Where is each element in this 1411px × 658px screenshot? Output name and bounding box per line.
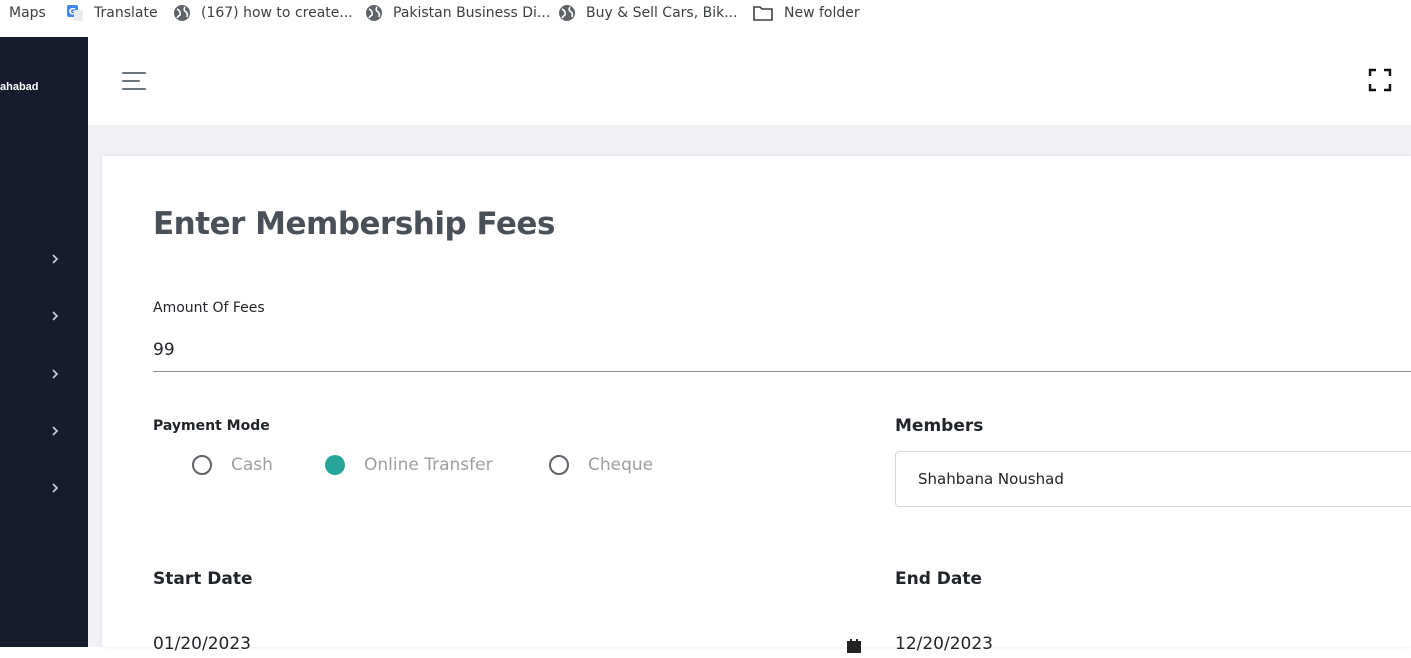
- bookmark-pakistan-business[interactable]: Pakistan Business Di...: [365, 0, 550, 26]
- chevron-right-icon[interactable]: [48, 252, 62, 266]
- topbar: [88, 37, 1411, 125]
- bookmark-label: (167) how to create...: [201, 5, 353, 21]
- chevron-right-icon[interactable]: [48, 481, 62, 495]
- radio-online-transfer[interactable]: Online Transfer: [325, 455, 493, 475]
- chevron-right-icon[interactable]: [48, 367, 62, 381]
- start-date-input[interactable]: 01/20/2023: [153, 634, 251, 654]
- chevron-right-icon[interactable]: [48, 309, 62, 323]
- page-title: Enter Membership Fees: [153, 206, 555, 242]
- bookmark-how-to-create[interactable]: (167) how to create...: [173, 0, 353, 26]
- sidebar: ahabad: [0, 37, 88, 647]
- amount-input[interactable]: [153, 328, 1411, 372]
- folder-icon: [752, 4, 774, 22]
- bookmark-label: Buy & Sell Cars, Bik...: [586, 5, 738, 21]
- end-date-label: End Date: [895, 569, 983, 589]
- fullscreen-icon[interactable]: [1368, 68, 1392, 92]
- radio-label: Cheque: [588, 455, 654, 475]
- bookmark-buy-sell-cars[interactable]: Buy & Sell Cars, Bik...: [558, 0, 738, 26]
- members-selected-value: Shahbana Noushad: [918, 470, 1064, 488]
- payment-mode-label: Payment Mode: [153, 418, 270, 434]
- members-select[interactable]: Shahbana Noushad: [895, 451, 1411, 507]
- radio-cheque[interactable]: Cheque: [549, 455, 653, 475]
- radio-button-icon[interactable]: [549, 455, 569, 475]
- amount-label: Amount Of Fees: [153, 300, 265, 316]
- globe-icon: [173, 4, 191, 22]
- calendar-icon[interactable]: [846, 639, 862, 653]
- globe-icon: [365, 4, 383, 22]
- globe-icon: [558, 4, 576, 22]
- google-translate-icon: G: [66, 4, 84, 22]
- end-date-input[interactable]: 12/20/2023: [895, 634, 993, 654]
- radio-label: Cash: [231, 455, 273, 475]
- radio-label: Online Transfer: [364, 455, 493, 475]
- hamburger-menu-icon[interactable]: [119, 70, 147, 92]
- radio-button-icon[interactable]: [192, 455, 212, 475]
- bookmark-label: Maps: [9, 5, 46, 21]
- chevron-right-icon[interactable]: [48, 424, 62, 438]
- radio-button-checked-icon[interactable]: [325, 455, 345, 475]
- bookmark-maps[interactable]: Maps: [9, 0, 46, 26]
- bookmark-label: Translate: [94, 5, 158, 21]
- bookmark-label: Pakistan Business Di...: [393, 5, 551, 21]
- start-date-label: Start Date: [153, 569, 253, 589]
- radio-cash[interactable]: Cash: [192, 455, 273, 475]
- bookmarks-bar: Maps G Translate (167) how to create... …: [0, 0, 1411, 26]
- sidebar-brand: ahabad: [0, 81, 39, 93]
- bookmark-label: New folder: [784, 5, 860, 21]
- bookmark-translate[interactable]: G Translate: [66, 0, 158, 26]
- members-label: Members: [895, 416, 984, 436]
- bookmark-new-folder[interactable]: New folder: [752, 0, 860, 26]
